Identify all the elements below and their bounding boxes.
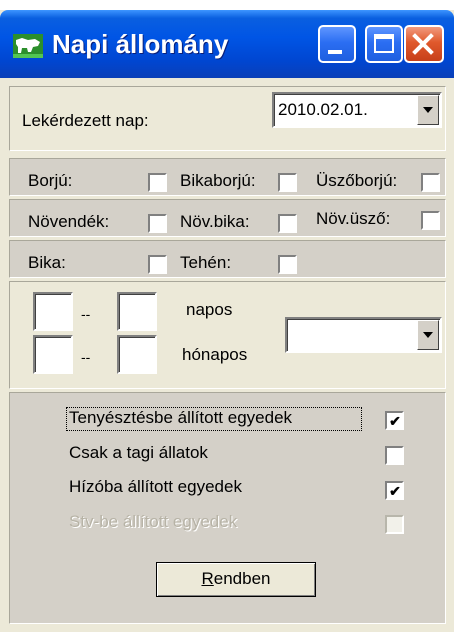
uszoborju-checkbox[interactable] [421, 173, 440, 192]
calf-panel: Borjú: Bikaborjú: Üszőborjú: [9, 158, 446, 196]
tehen-checkbox[interactable] [278, 255, 297, 274]
borju-checkbox[interactable] [148, 173, 167, 192]
bikaborju-label: Bikaborjú: [180, 171, 256, 190]
check-mark-icon: ✔ [389, 483, 401, 499]
date-value: 2010.02.01. [278, 100, 368, 119]
date-dropdown[interactable]: 2010.02.01. [272, 92, 442, 128]
option-checkbox-fattening[interactable]: ✔ [385, 481, 404, 500]
date-panel: Lekérdezett nap: 2010.02.01. [9, 86, 446, 151]
close-button[interactable] [404, 25, 444, 63]
days-to-input[interactable] [117, 292, 157, 331]
maximize-icon [374, 34, 394, 53]
ok-button-mnemonic: R [201, 569, 214, 588]
minimize-icon [328, 50, 342, 54]
option-label-stv: Stv-be állított egyedek [69, 512, 238, 531]
dialog-client-area: Lekérdezett nap: 2010.02.01. Borjú: Bika… [6, 78, 446, 632]
novbika-checkbox[interactable] [278, 214, 297, 233]
option-checkbox-member-animals[interactable] [385, 446, 404, 465]
window-title: Napi állomány [52, 29, 229, 59]
months-from-input[interactable] [33, 335, 73, 374]
months-dash: -- [81, 349, 91, 365]
close-icon [412, 33, 434, 55]
option-label-fattening: Hízóba állított egyedek [69, 477, 242, 496]
option-checkbox-stv[interactable] [385, 515, 404, 534]
option-checkbox-breeding[interactable]: ✔ [385, 411, 404, 430]
ok-button[interactable]: Rendben [156, 562, 316, 597]
uszoborju-label: Üszőborjú: [316, 171, 398, 190]
young-panel: Növendék: Növ.bika: Növ.üsző: [9, 199, 446, 237]
option-label-breeding: Tenyésztésbe állított egyedek [69, 408, 293, 427]
borju-label: Borjú: [28, 171, 73, 190]
bika-checkbox[interactable] [148, 255, 167, 274]
adult-panel: Bika: Tehén: [9, 240, 446, 278]
dialog-window: Napi állomány Lekérdezett nap: 2010.02.0… [0, 10, 454, 632]
minimize-button[interactable] [318, 25, 356, 63]
days-dash: -- [81, 306, 91, 322]
months-unit-label: hónapos [182, 345, 248, 364]
novuszo-label: Növ.üsző: [316, 209, 391, 228]
maximize-button[interactable] [365, 25, 403, 63]
novendek-label: Növendék: [28, 212, 110, 231]
chevron-down-icon[interactable] [417, 320, 439, 350]
days-unit-label: napos [186, 300, 233, 319]
bika-label: Bika: [28, 253, 66, 272]
date-label: Lekérdezett nap: [22, 111, 149, 130]
months-to-input[interactable] [117, 335, 157, 374]
title-bar[interactable]: Napi állomány [0, 10, 454, 78]
days-from-input[interactable] [33, 292, 73, 331]
app-icon [13, 34, 43, 58]
option-label-member-animals: Csak a tagi állatok [69, 443, 208, 462]
tehen-label: Tehén: [180, 253, 232, 272]
age-unit-dropdown[interactable] [285, 317, 442, 353]
chevron-down-icon[interactable] [417, 95, 439, 125]
age-range-panel: -- napos -- hónapos [9, 281, 446, 389]
novuszo-checkbox[interactable] [421, 211, 440, 230]
check-mark-icon: ✔ [389, 413, 401, 429]
novendek-checkbox[interactable] [148, 214, 167, 233]
ok-button-label: endben [213, 569, 271, 588]
novbika-label: Növ.bika: [180, 212, 250, 231]
bikaborju-checkbox[interactable] [278, 173, 297, 192]
